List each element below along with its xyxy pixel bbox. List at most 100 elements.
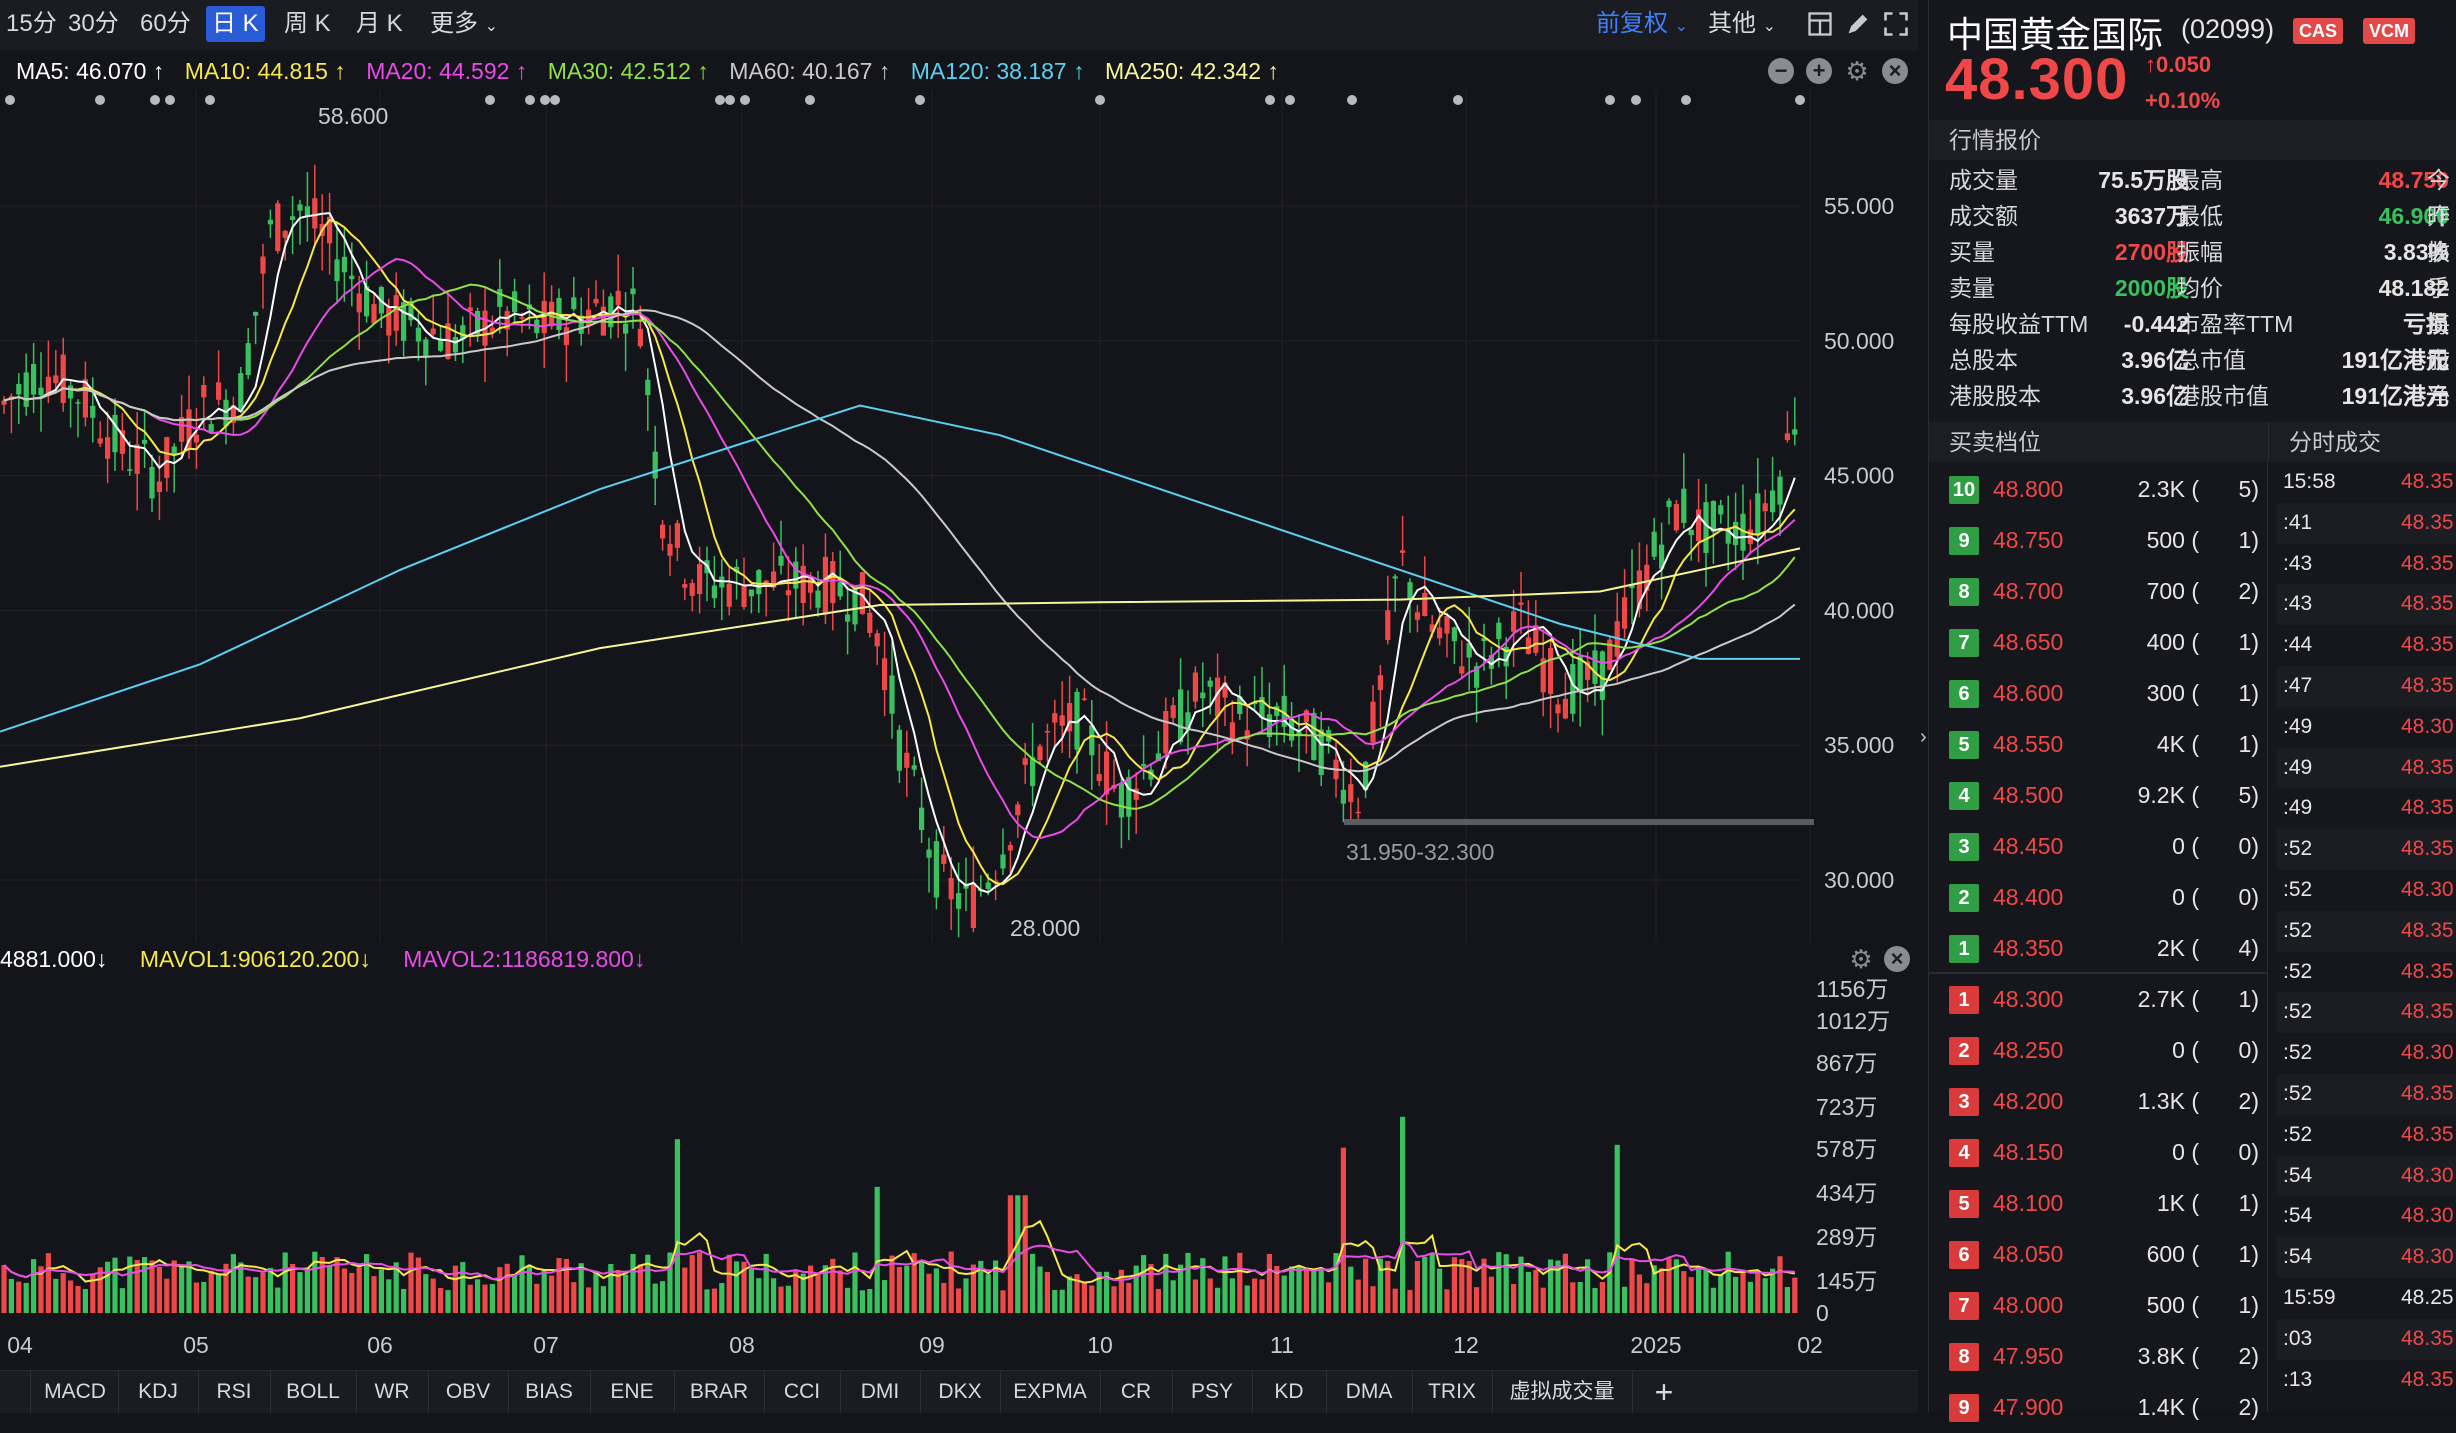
candlestick-chart[interactable]: 55.000 50.000 45.000 40.000 35.000 30.000 58.… [0,90,1918,942]
orderbook-row[interactable]: 2 48.400 0 (0) [1949,872,2259,923]
orderbook-row[interactable]: 5 48.100 1K (1) [1949,1178,2259,1229]
indicator-tab-8[interactable]: BRAR [674,1371,765,1413]
volume-bar [1414,1261,1420,1313]
orderbook-row[interactable]: 7 48.000 500 (1) [1949,1280,2259,1331]
indicator-tab-4[interactable]: WR [356,1371,429,1413]
indicator-tab-13[interactable]: CR [1100,1371,1173,1413]
level-count: 0) [2238,884,2259,910]
indicator-tab-9[interactable]: CCI [764,1371,841,1413]
event-dot[interactable] [1795,95,1805,105]
indicator-tab-2[interactable]: RSI [198,1371,271,1413]
orderbook-row[interactable]: 1 48.300 2.7K (1) [1949,974,2259,1025]
indicator-tab-7[interactable]: ENE [590,1371,675,1413]
trade-row: :52 48.35 [2277,910,2456,952]
event-dot[interactable] [1453,95,1463,105]
gear-icon[interactable]: ⚙ [1844,58,1870,84]
volume-bar [1570,1282,1576,1313]
close-icon[interactable]: × [1884,946,1910,972]
period-30min[interactable]: 30分 [62,6,125,42]
indicator-tab-5[interactable]: OBV [428,1371,509,1413]
event-dot[interactable] [540,95,550,105]
indicator-tab-6[interactable]: BIAS [508,1371,591,1413]
event-dot[interactable] [165,95,175,105]
event-dot[interactable] [485,95,495,105]
orderbook-row[interactable]: 10 48.800 2.3K (5) [1949,464,2259,515]
other-dropdown[interactable]: 其他 ⌄ [1708,6,1776,42]
add-indicator-icon[interactable]: + [1644,1371,1684,1413]
close-icon[interactable]: × [1882,58,1908,84]
orderbook-row[interactable]: 5 48.550 4K (1) [1949,719,2259,770]
orderbook-row[interactable]: 9 48.750 500 (1) [1949,515,2259,566]
event-dot[interactable] [725,95,735,105]
quote-value: 191亿港元 [2341,383,2449,409]
event-dot[interactable] [915,95,925,105]
period-60min[interactable]: 60分 [134,6,197,42]
orderbook-row[interactable]: 2 48.250 0 (0) [1949,1025,2259,1076]
event-dot[interactable] [205,95,215,105]
indicator-tab-17[interactable]: TRIX [1412,1371,1493,1413]
volume-bar [1044,1271,1050,1313]
volume-tick-label: 145万 [1816,1268,1877,1294]
indicator-tab-15[interactable]: KD [1252,1371,1327,1413]
orderbook-row[interactable]: 8 47.950 3.8K (2) [1949,1331,2259,1382]
event-dot[interactable] [1095,95,1105,105]
orderbook-row[interactable]: 4 48.500 9.2K (5) [1949,770,2259,821]
orderbook-row[interactable]: 3 48.200 1.3K (2) [1949,1076,2259,1127]
orderbook-row[interactable]: 7 48.650 400 (1) [1949,617,2259,668]
period-15min[interactable]: 15分 [0,6,63,42]
adjust-dropdown[interactable]: 前复权 ⌄ [1596,6,1688,42]
event-dot[interactable] [95,95,105,105]
event-dot[interactable] [525,95,535,105]
orderbook-row[interactable]: 6 48.600 300 (1) [1949,668,2259,719]
event-dot[interactable] [150,95,160,105]
fullscreen-icon[interactable] [1882,10,1910,38]
layout-grid-icon[interactable] [1806,10,1834,38]
event-dot[interactable] [1265,95,1275,105]
draw-pen-icon[interactable] [1844,10,1872,38]
volume-bar [600,1286,606,1313]
level-count: 1) [2238,986,2259,1012]
indicator-tab-10[interactable]: DMI [840,1371,921,1413]
event-dot[interactable] [550,95,560,105]
event-dot[interactable] [740,95,750,105]
indicator-tab-16[interactable]: DMA [1326,1371,1413,1413]
period-daily[interactable]: 日 K [206,6,265,42]
candle-body [1762,503,1768,512]
candle-body [1163,710,1169,754]
period-more[interactable]: 更多 ⌄ [424,6,504,42]
indicator-tab-12[interactable]: EXPMA [1000,1371,1101,1413]
event-dot[interactable] [1681,95,1691,105]
volume-chart[interactable]: 1156万 1012万 867万 723万 578万 434万 289万 145万 0 [0,975,1918,1327]
indicator-tab-18[interactable]: 虚拟成交量 [1492,1371,1633,1413]
trade-time: :47 [2283,674,2313,697]
orderbook-row[interactable]: 8 48.700 700 (2) [1949,566,2259,617]
orderbook-row[interactable]: 4 48.150 0 (0) [1949,1127,2259,1178]
event-dot[interactable] [1631,95,1641,105]
event-dot[interactable] [805,95,815,105]
minus-icon[interactable]: − [1768,58,1794,84]
gear-icon[interactable]: ⚙ [1848,946,1874,972]
plus-icon[interactable]: + [1806,58,1832,84]
event-dot[interactable] [715,95,725,105]
event-dot[interactable] [1605,95,1615,105]
orderbook-row[interactable]: 9 47.900 1.4K (2) [1949,1382,2259,1433]
volume-bar [948,1251,954,1313]
indicator-tab-1[interactable]: KDJ [118,1371,199,1413]
collapse-arrow-icon[interactable]: › [1920,726,1928,756]
tab-scroll-left[interactable] [0,1371,31,1413]
orderbook-row[interactable]: 6 48.050 600 (1) [1949,1229,2259,1280]
indicator-tab-3[interactable]: BOLL [270,1371,357,1413]
indicator-tab-11[interactable]: DKX [920,1371,1001,1413]
indicator-tab-0[interactable]: MACD [32,1371,119,1413]
period-monthly[interactable]: 月 K [350,6,409,42]
event-dot[interactable] [1285,95,1295,105]
period-weekly[interactable]: 周 K [278,6,337,42]
event-dot[interactable] [1347,95,1357,105]
orderbook-row[interactable]: 3 48.450 0 (0) [1949,821,2259,872]
date-label: 2025 [1630,1332,1682,1358]
volume-bar [1326,1282,1332,1313]
orderbook-row[interactable]: 1 48.350 2K (4) [1949,923,2259,974]
volume-bar [1237,1252,1243,1313]
indicator-tab-14[interactable]: PSY [1172,1371,1253,1413]
event-dot[interactable] [5,95,15,105]
